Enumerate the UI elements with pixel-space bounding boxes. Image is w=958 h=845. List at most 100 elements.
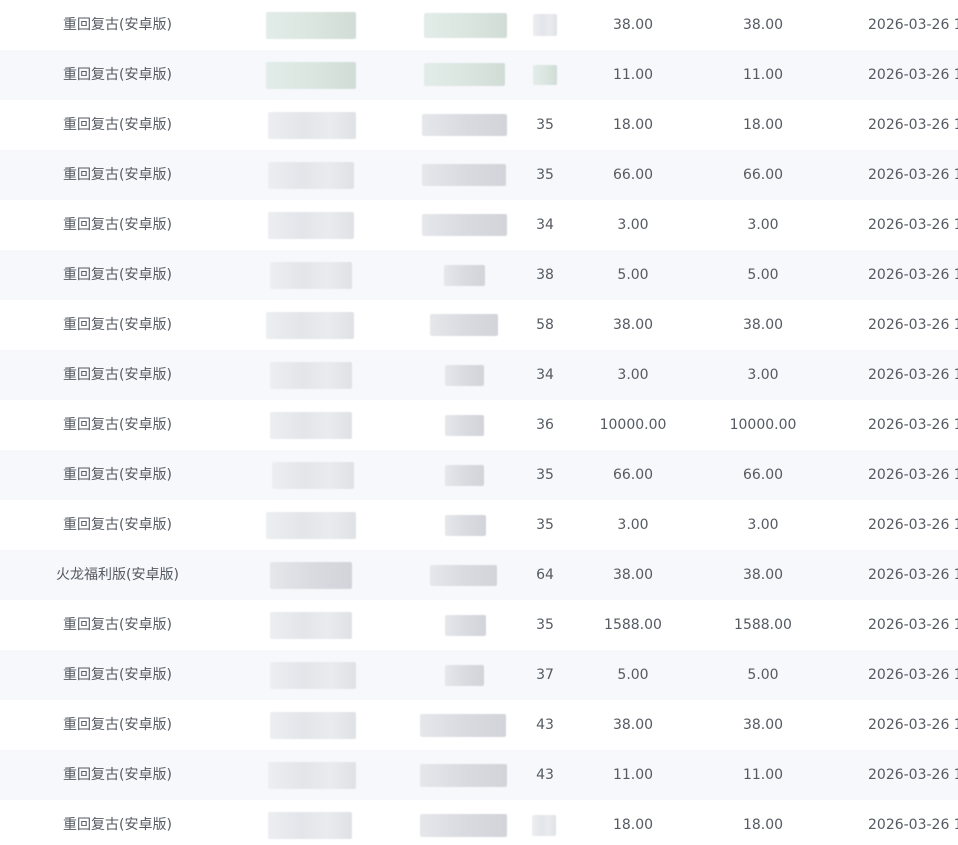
redacted-role: [445, 515, 486, 536]
game-name-cell: 重回复古(安卓版): [63, 217, 172, 233]
date-cell: 2026-03-26 1: [868, 317, 958, 333]
game-name-cell: 重回复古(安卓版): [63, 367, 172, 383]
amount-cell: 18.00: [612, 817, 654, 833]
paid-amount-cell: 10000.00: [729, 417, 797, 433]
amount-cell: 5.00: [617, 667, 649, 683]
redacted-level: [532, 815, 556, 836]
game-name-cell: 重回复古(安卓版): [63, 667, 172, 683]
game-name-cell: 重回复古(安卓版): [63, 167, 172, 183]
level-cell: 64: [536, 567, 554, 583]
table-row[interactable]: 火龙福利版(安卓版) 64 38.00 38.00 2026-03-26 1: [0, 550, 958, 600]
redacted-account: [270, 262, 352, 289]
table-row[interactable]: 重回复古(安卓版) 34 3.00 3.00 2026-03-26 1: [0, 200, 958, 250]
redacted-account: [268, 212, 354, 239]
paid-amount-cell: 3.00: [747, 517, 779, 533]
paid-amount-cell: 66.00: [742, 167, 784, 183]
redacted-role: [424, 13, 507, 38]
table-row[interactable]: 重回复古(安卓版) 36 10000.00 10000.00 2026-03-2…: [0, 400, 958, 450]
game-name-cell: 重回复古(安卓版): [63, 767, 172, 783]
redacted-role: [445, 365, 484, 386]
date-cell: 2026-03-26 1: [868, 17, 958, 33]
level-cell: 36: [536, 417, 554, 433]
date-cell: 2026-03-26 1: [868, 267, 958, 283]
table-row[interactable]: 重回复古(安卓版) 37 5.00 5.00 2026-03-26 1: [0, 650, 958, 700]
redacted-account: [266, 12, 356, 39]
table-row[interactable]: 重回复古(安卓版) 11.00 11.00 2026-03-26 1: [0, 50, 958, 100]
paid-amount-cell: 11.00: [742, 767, 784, 783]
paid-amount-cell: 18.00: [742, 817, 784, 833]
date-cell: 2026-03-26 1: [868, 217, 958, 233]
game-name-cell: 重回复古(安卓版): [63, 717, 172, 733]
date-cell: 2026-03-26 1: [868, 467, 958, 483]
paid-amount-cell: 3.00: [747, 367, 779, 383]
amount-cell: 3.00: [617, 367, 649, 383]
date-cell: 2026-03-26 1: [868, 517, 958, 533]
table-row[interactable]: 重回复古(安卓版) 43 11.00 11.00 2026-03-26 1: [0, 750, 958, 800]
date-cell: 2026-03-26 1: [868, 667, 958, 683]
game-name-cell: 重回复古(安卓版): [63, 817, 172, 833]
redacted-role: [420, 714, 506, 737]
date-cell: 2026-03-26 1: [868, 417, 958, 433]
amount-cell: 3.00: [617, 217, 649, 233]
paid-amount-cell: 18.00: [742, 117, 784, 133]
table-row[interactable]: 重回复古(安卓版) 34 3.00 3.00 2026-03-26 1: [0, 350, 958, 400]
table-row[interactable]: 重回复古(安卓版) 38 5.00 5.00 2026-03-26 1: [0, 250, 958, 300]
level-cell: 37: [536, 667, 554, 683]
redacted-account: [270, 612, 352, 639]
redacted-role: [430, 314, 498, 336]
redacted-account: [268, 762, 356, 789]
date-cell: 2026-03-26 1: [868, 567, 958, 583]
level-cell: 35: [536, 617, 554, 633]
redacted-role: [430, 565, 497, 586]
redacted-role: [422, 114, 507, 136]
redacted-account: [268, 112, 356, 139]
amount-cell: 38.00: [612, 717, 654, 733]
table-row[interactable]: 重回复古(安卓版) 38.00 38.00 2026-03-26 1: [0, 0, 958, 50]
paid-amount-cell: 66.00: [742, 467, 784, 483]
level-cell: 35: [536, 117, 554, 133]
level-cell: 38: [536, 267, 554, 283]
table-row[interactable]: 重回复古(安卓版) 35 18.00 18.00 2026-03-26 1: [0, 100, 958, 150]
amount-cell: 38.00: [612, 317, 654, 333]
paid-amount-cell: 38.00: [742, 317, 784, 333]
date-cell: 2026-03-26 1: [868, 767, 958, 783]
table-row[interactable]: 重回复古(安卓版) 35 1588.00 1588.00 2026-03-26 …: [0, 600, 958, 650]
amount-cell: 10000.00: [599, 417, 667, 433]
redacted-account: [270, 412, 352, 439]
date-cell: 2026-03-26 1: [868, 67, 958, 83]
game-name-cell: 重回复古(安卓版): [63, 67, 172, 83]
paid-amount-cell: 3.00: [747, 217, 779, 233]
redacted-role: [444, 265, 485, 286]
level-cell: 58: [536, 317, 554, 333]
amount-cell: 1588.00: [604, 617, 662, 633]
game-name-cell: 重回复古(安卓版): [63, 467, 172, 483]
amount-cell: 3.00: [617, 517, 649, 533]
redacted-role: [445, 465, 484, 486]
redacted-role: [422, 214, 507, 236]
game-name-cell: 重回复古(安卓版): [63, 517, 172, 533]
table-row[interactable]: 重回复古(安卓版) 35 3.00 3.00 2026-03-26 1: [0, 500, 958, 550]
redacted-account: [270, 662, 356, 689]
table-row[interactable]: 重回复古(安卓版) 35 66.00 66.00 2026-03-26 1: [0, 150, 958, 200]
amount-cell: 18.00: [612, 117, 654, 133]
redacted-level: [533, 65, 557, 85]
table-row[interactable]: 重回复古(安卓版) 58 38.00 38.00 2026-03-26 1: [0, 300, 958, 350]
redacted-role: [420, 764, 507, 787]
game-name-cell: 重回复古(安卓版): [63, 117, 172, 133]
redacted-level: [533, 14, 557, 36]
paid-amount-cell: 1588.00: [734, 617, 792, 633]
game-name-cell: 重回复古(安卓版): [63, 17, 172, 33]
table-row[interactable]: 重回复古(安卓版) 18.00 18.00 2026-03-26 1: [0, 800, 958, 845]
paid-amount-cell: 38.00: [742, 17, 784, 33]
table-row[interactable]: 重回复古(安卓版) 43 38.00 38.00 2026-03-26 1: [0, 700, 958, 750]
redacted-account: [268, 812, 352, 839]
amount-cell: 11.00: [612, 767, 654, 783]
redacted-account: [270, 562, 352, 589]
amount-cell: 38.00: [612, 17, 654, 33]
level-cell: 35: [536, 517, 554, 533]
game-name-cell: 重回复古(安卓版): [63, 417, 172, 433]
amount-cell: 66.00: [612, 167, 654, 183]
paid-amount-cell: 38.00: [742, 717, 784, 733]
level-cell: 43: [536, 717, 554, 733]
table-row[interactable]: 重回复古(安卓版) 35 66.00 66.00 2026-03-26 1: [0, 450, 958, 500]
